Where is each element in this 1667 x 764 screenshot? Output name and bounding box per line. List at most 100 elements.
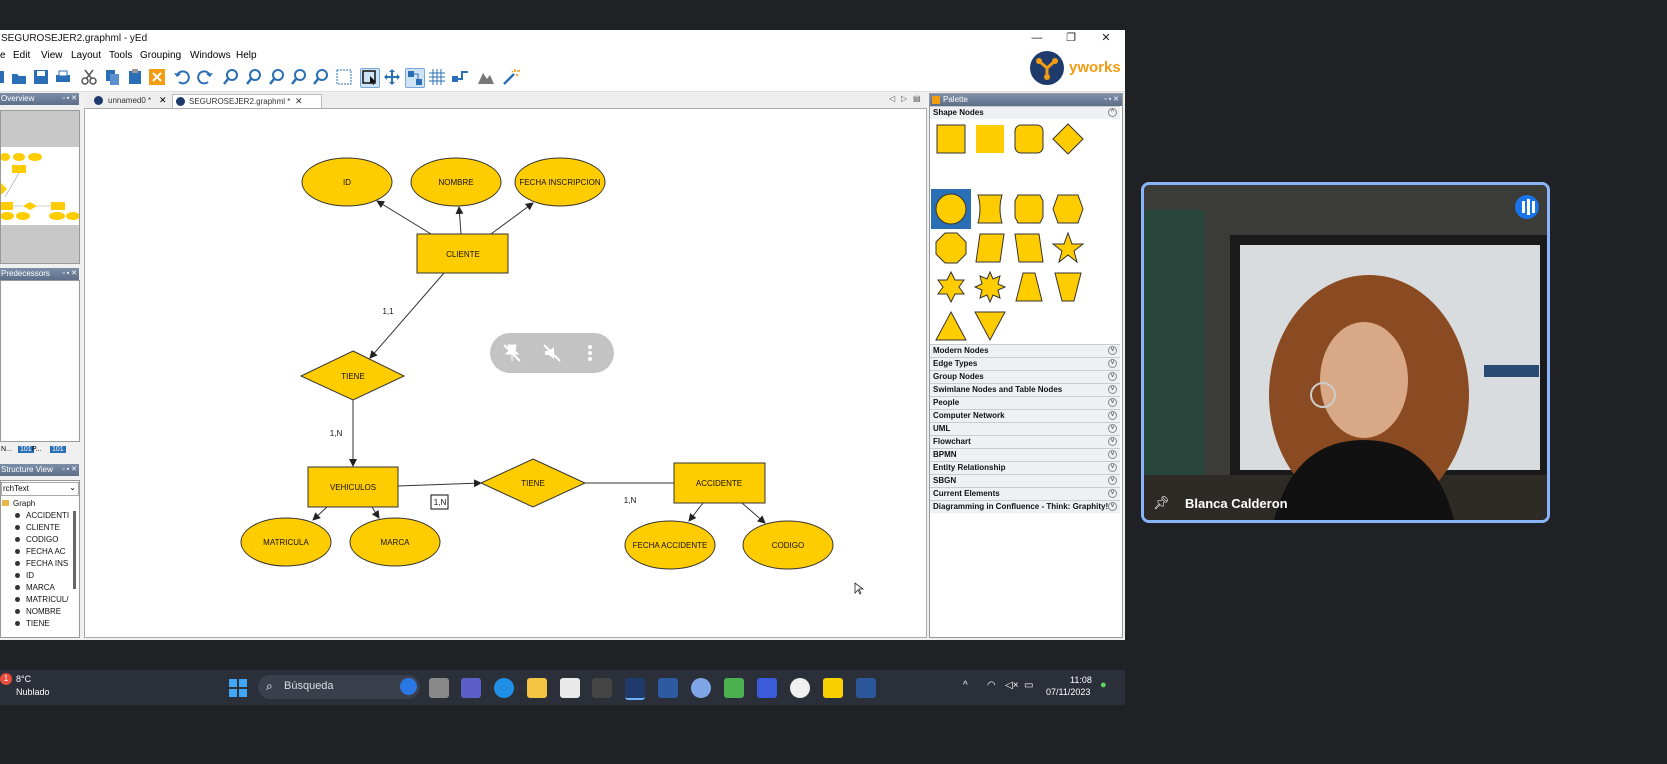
tree-item[interactable]: CLIENTE xyxy=(15,523,60,532)
menu-edit[interactable]: Edit xyxy=(13,50,30,61)
print-icon[interactable] xyxy=(54,68,72,86)
tree-item[interactable]: ID xyxy=(15,571,34,580)
app-icon-green[interactable] xyxy=(724,678,744,698)
clock-date[interactable]: 07/11/2023 xyxy=(1046,687,1090,697)
mute-icon[interactable] xyxy=(542,343,562,363)
start-icon[interactable] xyxy=(228,678,248,698)
edge-cliente-id[interactable] xyxy=(376,200,432,235)
shape-ellipse[interactable] xyxy=(933,191,969,227)
edge-icon[interactable] xyxy=(494,678,514,698)
shape-triangle[interactable] xyxy=(933,308,969,344)
minimize-button[interactable]: — xyxy=(1020,30,1054,47)
palette-section[interactable]: Entity Relationship v xyxy=(930,461,1120,474)
notification-bell-icon[interactable]: ● xyxy=(1100,679,1107,691)
pin-icon[interactable]: 📌︎ xyxy=(1153,495,1170,511)
paste-icon[interactable] xyxy=(126,68,144,86)
menu-file[interactable]: e xyxy=(0,50,6,61)
palette-section[interactable]: Modern Nodes v xyxy=(930,344,1120,357)
yed-taskbar-icon[interactable] xyxy=(625,678,645,700)
palette-section[interactable]: Current Elements v xyxy=(930,487,1120,500)
shape-star8[interactable] xyxy=(972,269,1008,305)
palette-header[interactable]: Palette ▫ ▪ ✕ xyxy=(930,94,1122,106)
edge-accidente-codigo[interactable] xyxy=(741,502,766,524)
cut-icon[interactable] xyxy=(80,68,98,86)
palette-section[interactable]: SBGN v xyxy=(930,474,1120,487)
palette-section[interactable]: People v xyxy=(930,396,1120,409)
tree-item[interactable]: MATRICUL/ xyxy=(15,595,69,604)
menu-view[interactable]: View xyxy=(41,50,63,61)
sticky-notes-icon[interactable] xyxy=(823,678,843,698)
save-icon[interactable] xyxy=(32,68,50,86)
shape-parallelogram[interactable] xyxy=(972,230,1008,266)
shape-star6[interactable] xyxy=(933,269,969,305)
zoom-area-icon[interactable] xyxy=(312,68,330,86)
volume-muted-icon[interactable]: ◁× xyxy=(1005,680,1019,691)
move-icon[interactable] xyxy=(383,68,401,86)
shape-diamond[interactable] xyxy=(1050,121,1086,157)
tree-item[interactable]: FECHA INS xyxy=(15,559,68,568)
edge-mode-icon[interactable] xyxy=(405,68,425,88)
file-explorer-icon[interactable] xyxy=(527,678,547,698)
palette-section[interactable]: BPMN v xyxy=(930,448,1120,461)
predecessors-header[interactable]: Predecessors ▫ ▪ ✕ xyxy=(0,268,79,280)
grid-icon[interactable] xyxy=(428,68,446,86)
menu-windows[interactable]: Windows xyxy=(190,50,231,61)
weather-desc[interactable]: Nublado xyxy=(16,687,50,697)
tab-segurosejer2[interactable]: SEGUROSEJER2.graphml * ✕ xyxy=(172,94,322,108)
graph-canvas[interactable]: ID NOMBRE FECHA INSCRIPCION CLIENTE TIEN… xyxy=(84,108,927,638)
shape-octagon-soft[interactable] xyxy=(1011,191,1047,227)
shape-trapezoid[interactable] xyxy=(1011,269,1047,305)
wifi-icon[interactable]: ◠ xyxy=(987,680,996,691)
shape-rectangle[interactable] xyxy=(933,121,969,157)
zoom-reset-icon[interactable] xyxy=(268,68,286,86)
side-tab-n[interactable]: N... xyxy=(1,446,12,453)
palette-section[interactable]: Flowchart v xyxy=(930,435,1120,448)
pane-controls-icon[interactable]: ▫ ▪ ✕ xyxy=(62,93,77,105)
edge-vehiculos-tiene[interactable] xyxy=(397,479,482,488)
palette-section[interactable]: UML v xyxy=(930,422,1120,435)
maximize-button[interactable]: ❐ xyxy=(1054,30,1088,47)
participant-video-tile[interactable]: 📌︎ Blanca Calderon xyxy=(1141,182,1550,523)
zoom-out-icon[interactable] xyxy=(245,68,263,86)
edge-accidente-fecha[interactable] xyxy=(688,502,704,522)
shape-triangle-inverted[interactable] xyxy=(972,308,1008,344)
shape-rectangle-flat[interactable] xyxy=(972,121,1008,157)
task-view-icon[interactable] xyxy=(429,678,449,698)
tab-list-icon[interactable]: ▤ xyxy=(913,94,921,103)
unpin-icon[interactable] xyxy=(502,343,522,363)
app-icon-dark[interactable] xyxy=(592,678,612,698)
shape-parallelogram-2[interactable] xyxy=(1011,230,1047,266)
magic-wand-icon[interactable] xyxy=(502,68,520,86)
pane-controls-icon[interactable]: ▫ ▪ ✕ xyxy=(62,268,77,280)
app-icon-blue[interactable] xyxy=(658,678,678,698)
select-mode-icon[interactable] xyxy=(360,68,380,88)
palette-section[interactable]: Diagramming in Confluence - Think: Graph… xyxy=(930,500,1120,513)
close-tab-icon[interactable]: ✕ xyxy=(159,95,167,106)
tree-item[interactable]: FECHA AC xyxy=(15,547,66,556)
edge-cliente-nombre[interactable] xyxy=(455,206,464,235)
battery-icon[interactable]: ▭ xyxy=(1024,680,1033,691)
shape-trapezoid-inverted[interactable] xyxy=(1050,269,1086,305)
copy-icon[interactable] xyxy=(103,68,121,86)
zoom-fit-icon[interactable] xyxy=(290,68,308,86)
menu-layout[interactable]: Layout xyxy=(71,50,101,61)
word-icon[interactable] xyxy=(856,678,876,698)
layout-icon[interactable] xyxy=(477,68,495,86)
shape-rounded-rectangle[interactable] xyxy=(1011,121,1047,157)
tree-item[interactable]: MARCA xyxy=(15,583,55,592)
teams-icon[interactable] xyxy=(461,678,481,698)
chevron-up-icon[interactable]: ^ xyxy=(963,680,968,691)
palette-section[interactable]: Swimlane Nodes and Table Nodes v xyxy=(930,383,1120,396)
tree-item[interactable]: ACCIDENTI xyxy=(15,511,69,520)
palette-section[interactable]: Edge Types v xyxy=(930,357,1120,370)
palette-section-shape-nodes[interactable]: Shape Nodes ^ xyxy=(930,106,1120,119)
orthogonal-edges-icon[interactable] xyxy=(451,68,469,86)
structure-scrollbar[interactable] xyxy=(73,511,76,589)
palette-section[interactable]: Computer Network v xyxy=(930,409,1120,422)
chrome-like-icon[interactable] xyxy=(691,678,711,698)
side-tab-p[interactable]: P... xyxy=(32,446,42,453)
menu-grouping[interactable]: Grouping xyxy=(140,50,181,61)
zoom-in-icon[interactable] xyxy=(222,68,240,86)
undo-icon[interactable] xyxy=(173,68,191,86)
fit-content-icon[interactable] xyxy=(335,68,353,86)
